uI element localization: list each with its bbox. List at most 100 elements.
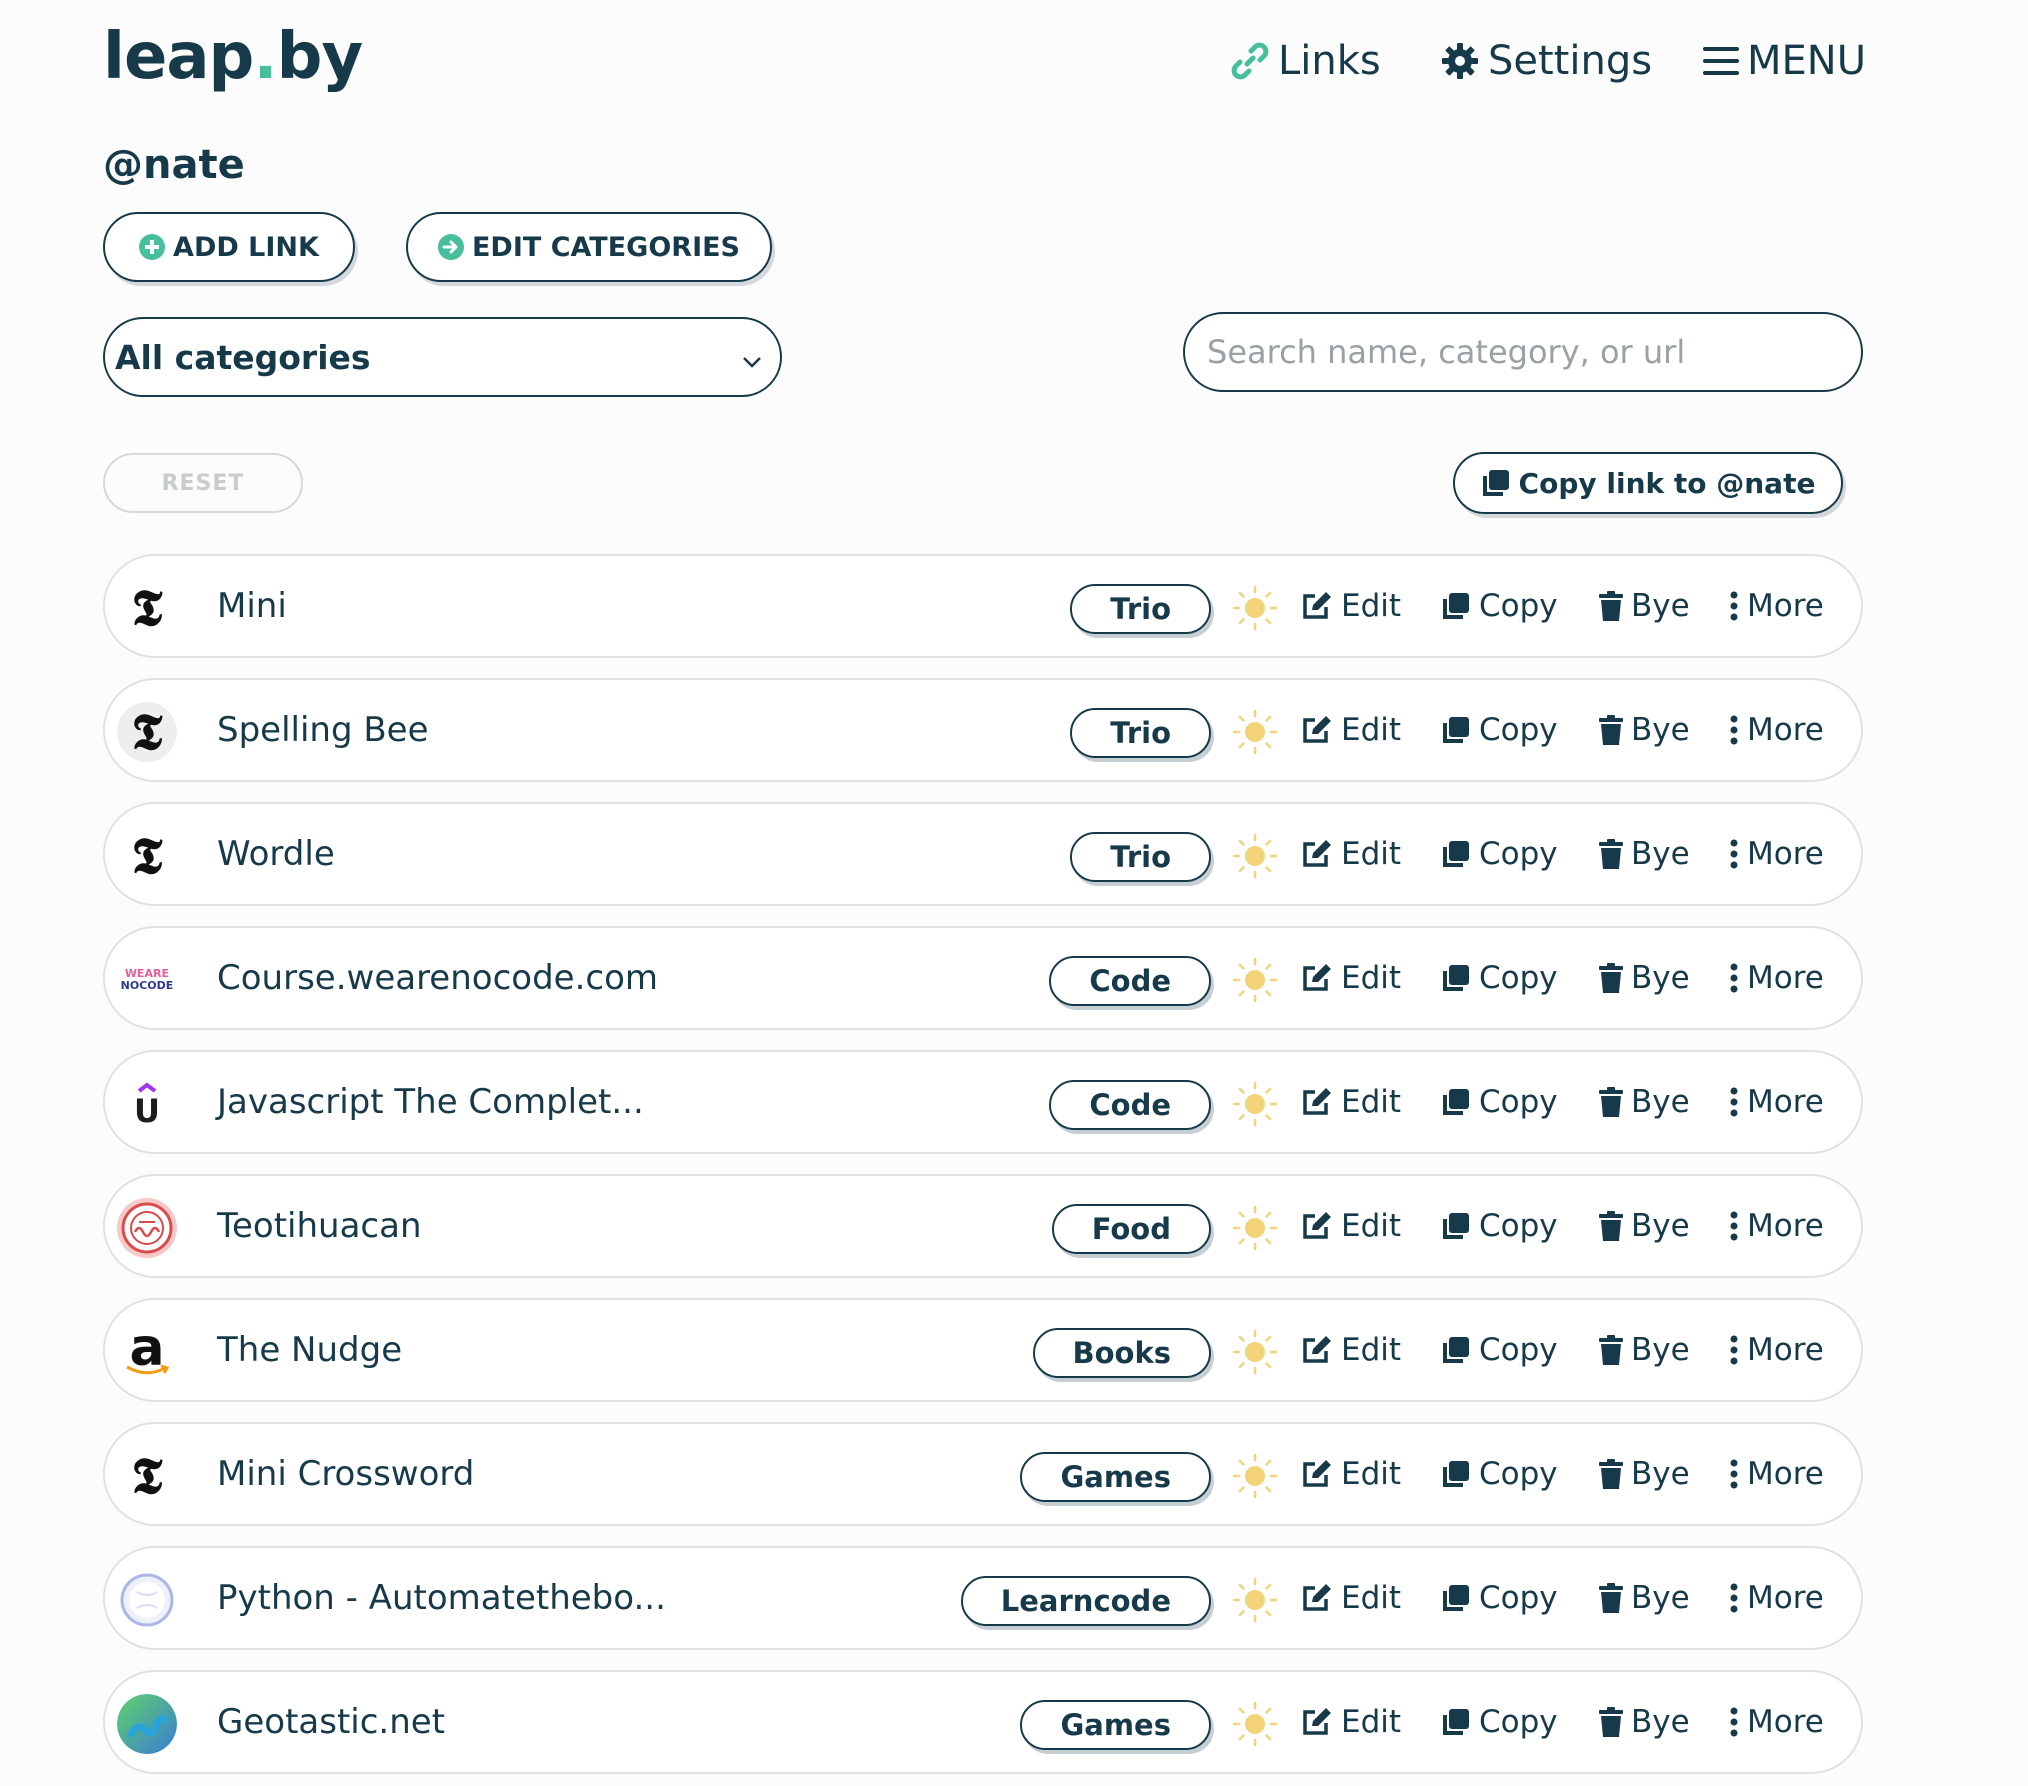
search-input[interactable] bbox=[1183, 312, 1863, 392]
sun-icon[interactable] bbox=[1232, 1081, 1278, 1127]
delete-button[interactable]: Bye bbox=[1599, 1300, 1690, 1400]
category-badge[interactable]: Code bbox=[1049, 1080, 1211, 1130]
edit-button[interactable]: Edit bbox=[1301, 1300, 1401, 1400]
category-badge[interactable]: Code bbox=[1049, 956, 1211, 1006]
copy-button[interactable]: Copy bbox=[1441, 804, 1558, 904]
link-row[interactable]: Teotihuacan Food Edit Copy Bye More bbox=[103, 1174, 1863, 1278]
category-badge[interactable]: Trio bbox=[1070, 584, 1211, 634]
logo[interactable]: leap.by bbox=[103, 20, 363, 94]
link-name[interactable]: Teotihuacan bbox=[217, 1176, 422, 1276]
sun-icon[interactable] bbox=[1232, 1329, 1278, 1375]
more-button[interactable]: More bbox=[1729, 1176, 1824, 1276]
nav-links[interactable]: Links bbox=[1230, 34, 1381, 88]
copy-button[interactable]: Copy bbox=[1441, 1052, 1558, 1152]
sun-icon[interactable] bbox=[1232, 957, 1278, 1003]
nav-settings[interactable]: Settings bbox=[1440, 34, 1652, 88]
edit-categories-button[interactable]: EDIT CATEGORIES bbox=[406, 212, 772, 282]
copy-button[interactable]: Copy bbox=[1441, 928, 1558, 1028]
sun-icon[interactable] bbox=[1232, 833, 1278, 879]
more-button[interactable]: More bbox=[1729, 928, 1824, 1028]
more-button[interactable]: More bbox=[1729, 1052, 1824, 1152]
more-button[interactable]: More bbox=[1729, 804, 1824, 904]
sun-icon[interactable] bbox=[1232, 1453, 1278, 1499]
ellipsis-vertical-icon bbox=[1729, 1087, 1739, 1117]
category-badge[interactable]: Learncode bbox=[960, 1576, 1211, 1626]
link-name[interactable]: Javascript The Complet... bbox=[217, 1052, 644, 1152]
link-name[interactable]: Mini bbox=[217, 556, 287, 656]
edit-icon bbox=[1301, 1583, 1333, 1613]
edit-button[interactable]: Edit bbox=[1301, 804, 1401, 904]
edit-button[interactable]: Edit bbox=[1301, 1672, 1401, 1772]
bye-label: Bye bbox=[1631, 1580, 1690, 1616]
copy-button[interactable]: Copy bbox=[1441, 680, 1558, 780]
delete-button[interactable]: Bye bbox=[1599, 1548, 1690, 1648]
sun-icon[interactable] bbox=[1232, 709, 1278, 755]
category-select[interactable]: All categories bbox=[103, 317, 782, 397]
copy-button[interactable]: Copy bbox=[1441, 1672, 1558, 1772]
edit-button[interactable]: Edit bbox=[1301, 556, 1401, 656]
link-row[interactable]: a The Nudge Books Edit Copy Bye More bbox=[103, 1298, 1863, 1402]
delete-button[interactable]: Bye bbox=[1599, 1176, 1690, 1276]
edit-button[interactable]: Edit bbox=[1301, 928, 1401, 1028]
link-name[interactable]: Mini Crossword bbox=[217, 1424, 474, 1524]
link-name[interactable]: Geotastic.net bbox=[217, 1672, 445, 1772]
wearenocode-icon: WEARE NOCODE bbox=[117, 950, 177, 1010]
edit-button[interactable]: Edit bbox=[1301, 680, 1401, 780]
edit-categories-label: EDIT CATEGORIES bbox=[471, 231, 741, 263]
link-name[interactable]: Wordle bbox=[217, 804, 335, 904]
sun-icon[interactable] bbox=[1232, 1577, 1278, 1623]
copy-button[interactable]: Copy bbox=[1441, 1424, 1558, 1524]
link-name[interactable]: Python - Automatethebo... bbox=[217, 1548, 666, 1648]
category-badge[interactable]: Trio bbox=[1070, 708, 1211, 758]
more-label: More bbox=[1747, 836, 1824, 872]
nyt-glyph: 𝕿 bbox=[131, 1446, 163, 1505]
link-row[interactable]: Python - Automatethebo... Learncode Edit bbox=[103, 1546, 1863, 1650]
link-row[interactable]: U Javascript The Complet... Code Edit Co… bbox=[103, 1050, 1863, 1154]
delete-button[interactable]: Bye bbox=[1599, 556, 1690, 656]
category-badge[interactable]: Books bbox=[1032, 1328, 1211, 1378]
link-row[interactable]: 𝕿 Spelling Bee Trio Edit Copy Bye More bbox=[103, 678, 1863, 782]
category-badge[interactable]: Games bbox=[1020, 1700, 1211, 1750]
sun-icon[interactable] bbox=[1232, 1701, 1278, 1747]
more-button[interactable]: More bbox=[1729, 1548, 1824, 1648]
delete-button[interactable]: Bye bbox=[1599, 1672, 1690, 1772]
copy-icon bbox=[1441, 1459, 1471, 1489]
link-row[interactable]: Geotastic.net Games Edit Copy Bye More bbox=[103, 1670, 1863, 1774]
link-name[interactable]: The Nudge bbox=[217, 1300, 402, 1400]
category-badge[interactable]: Trio bbox=[1070, 832, 1211, 882]
copy-button[interactable]: Copy bbox=[1441, 556, 1558, 656]
sun-icon[interactable] bbox=[1232, 1205, 1278, 1251]
link-row[interactable]: WEARE NOCODE Course.wearenocode.com Code … bbox=[103, 926, 1863, 1030]
copy-button[interactable]: Copy bbox=[1441, 1548, 1558, 1648]
bye-label: Bye bbox=[1631, 836, 1690, 872]
category-badge[interactable]: Games bbox=[1020, 1452, 1211, 1502]
reset-button[interactable]: RESET bbox=[103, 453, 303, 513]
link-row[interactable]: 𝕿 Wordle Trio Edit Copy Bye More bbox=[103, 802, 1863, 906]
link-row[interactable]: 𝕿 Mini Crossword Games Edit Copy Bye Mor… bbox=[103, 1422, 1863, 1526]
trash-icon bbox=[1599, 591, 1623, 621]
add-link-button[interactable]: ADD LINK bbox=[103, 212, 355, 282]
delete-button[interactable]: Bye bbox=[1599, 928, 1690, 1028]
delete-button[interactable]: Bye bbox=[1599, 804, 1690, 904]
copy-button[interactable]: Copy bbox=[1441, 1300, 1558, 1400]
more-button[interactable]: More bbox=[1729, 556, 1824, 656]
edit-button[interactable]: Edit bbox=[1301, 1052, 1401, 1152]
delete-button[interactable]: Bye bbox=[1599, 680, 1690, 780]
more-button[interactable]: More bbox=[1729, 1672, 1824, 1772]
more-button[interactable]: More bbox=[1729, 680, 1824, 780]
edit-button[interactable]: Edit bbox=[1301, 1176, 1401, 1276]
copy-profile-link-button[interactable]: Copy link to @nate bbox=[1453, 452, 1843, 514]
more-button[interactable]: More bbox=[1729, 1424, 1824, 1524]
delete-button[interactable]: Bye bbox=[1599, 1052, 1690, 1152]
edit-button[interactable]: Edit bbox=[1301, 1548, 1401, 1648]
edit-button[interactable]: Edit bbox=[1301, 1424, 1401, 1524]
category-badge[interactable]: Food bbox=[1051, 1204, 1211, 1254]
more-button[interactable]: More bbox=[1729, 1300, 1824, 1400]
delete-button[interactable]: Bye bbox=[1599, 1424, 1690, 1524]
link-name[interactable]: Spelling Bee bbox=[217, 680, 429, 780]
nav-menu[interactable]: MENU bbox=[1703, 34, 1866, 88]
link-name[interactable]: Course.wearenocode.com bbox=[217, 928, 658, 1028]
copy-button[interactable]: Copy bbox=[1441, 1176, 1558, 1276]
link-row[interactable]: 𝕿 Mini Trio Edit Copy Bye More bbox=[103, 554, 1863, 658]
sun-icon[interactable] bbox=[1232, 585, 1278, 631]
